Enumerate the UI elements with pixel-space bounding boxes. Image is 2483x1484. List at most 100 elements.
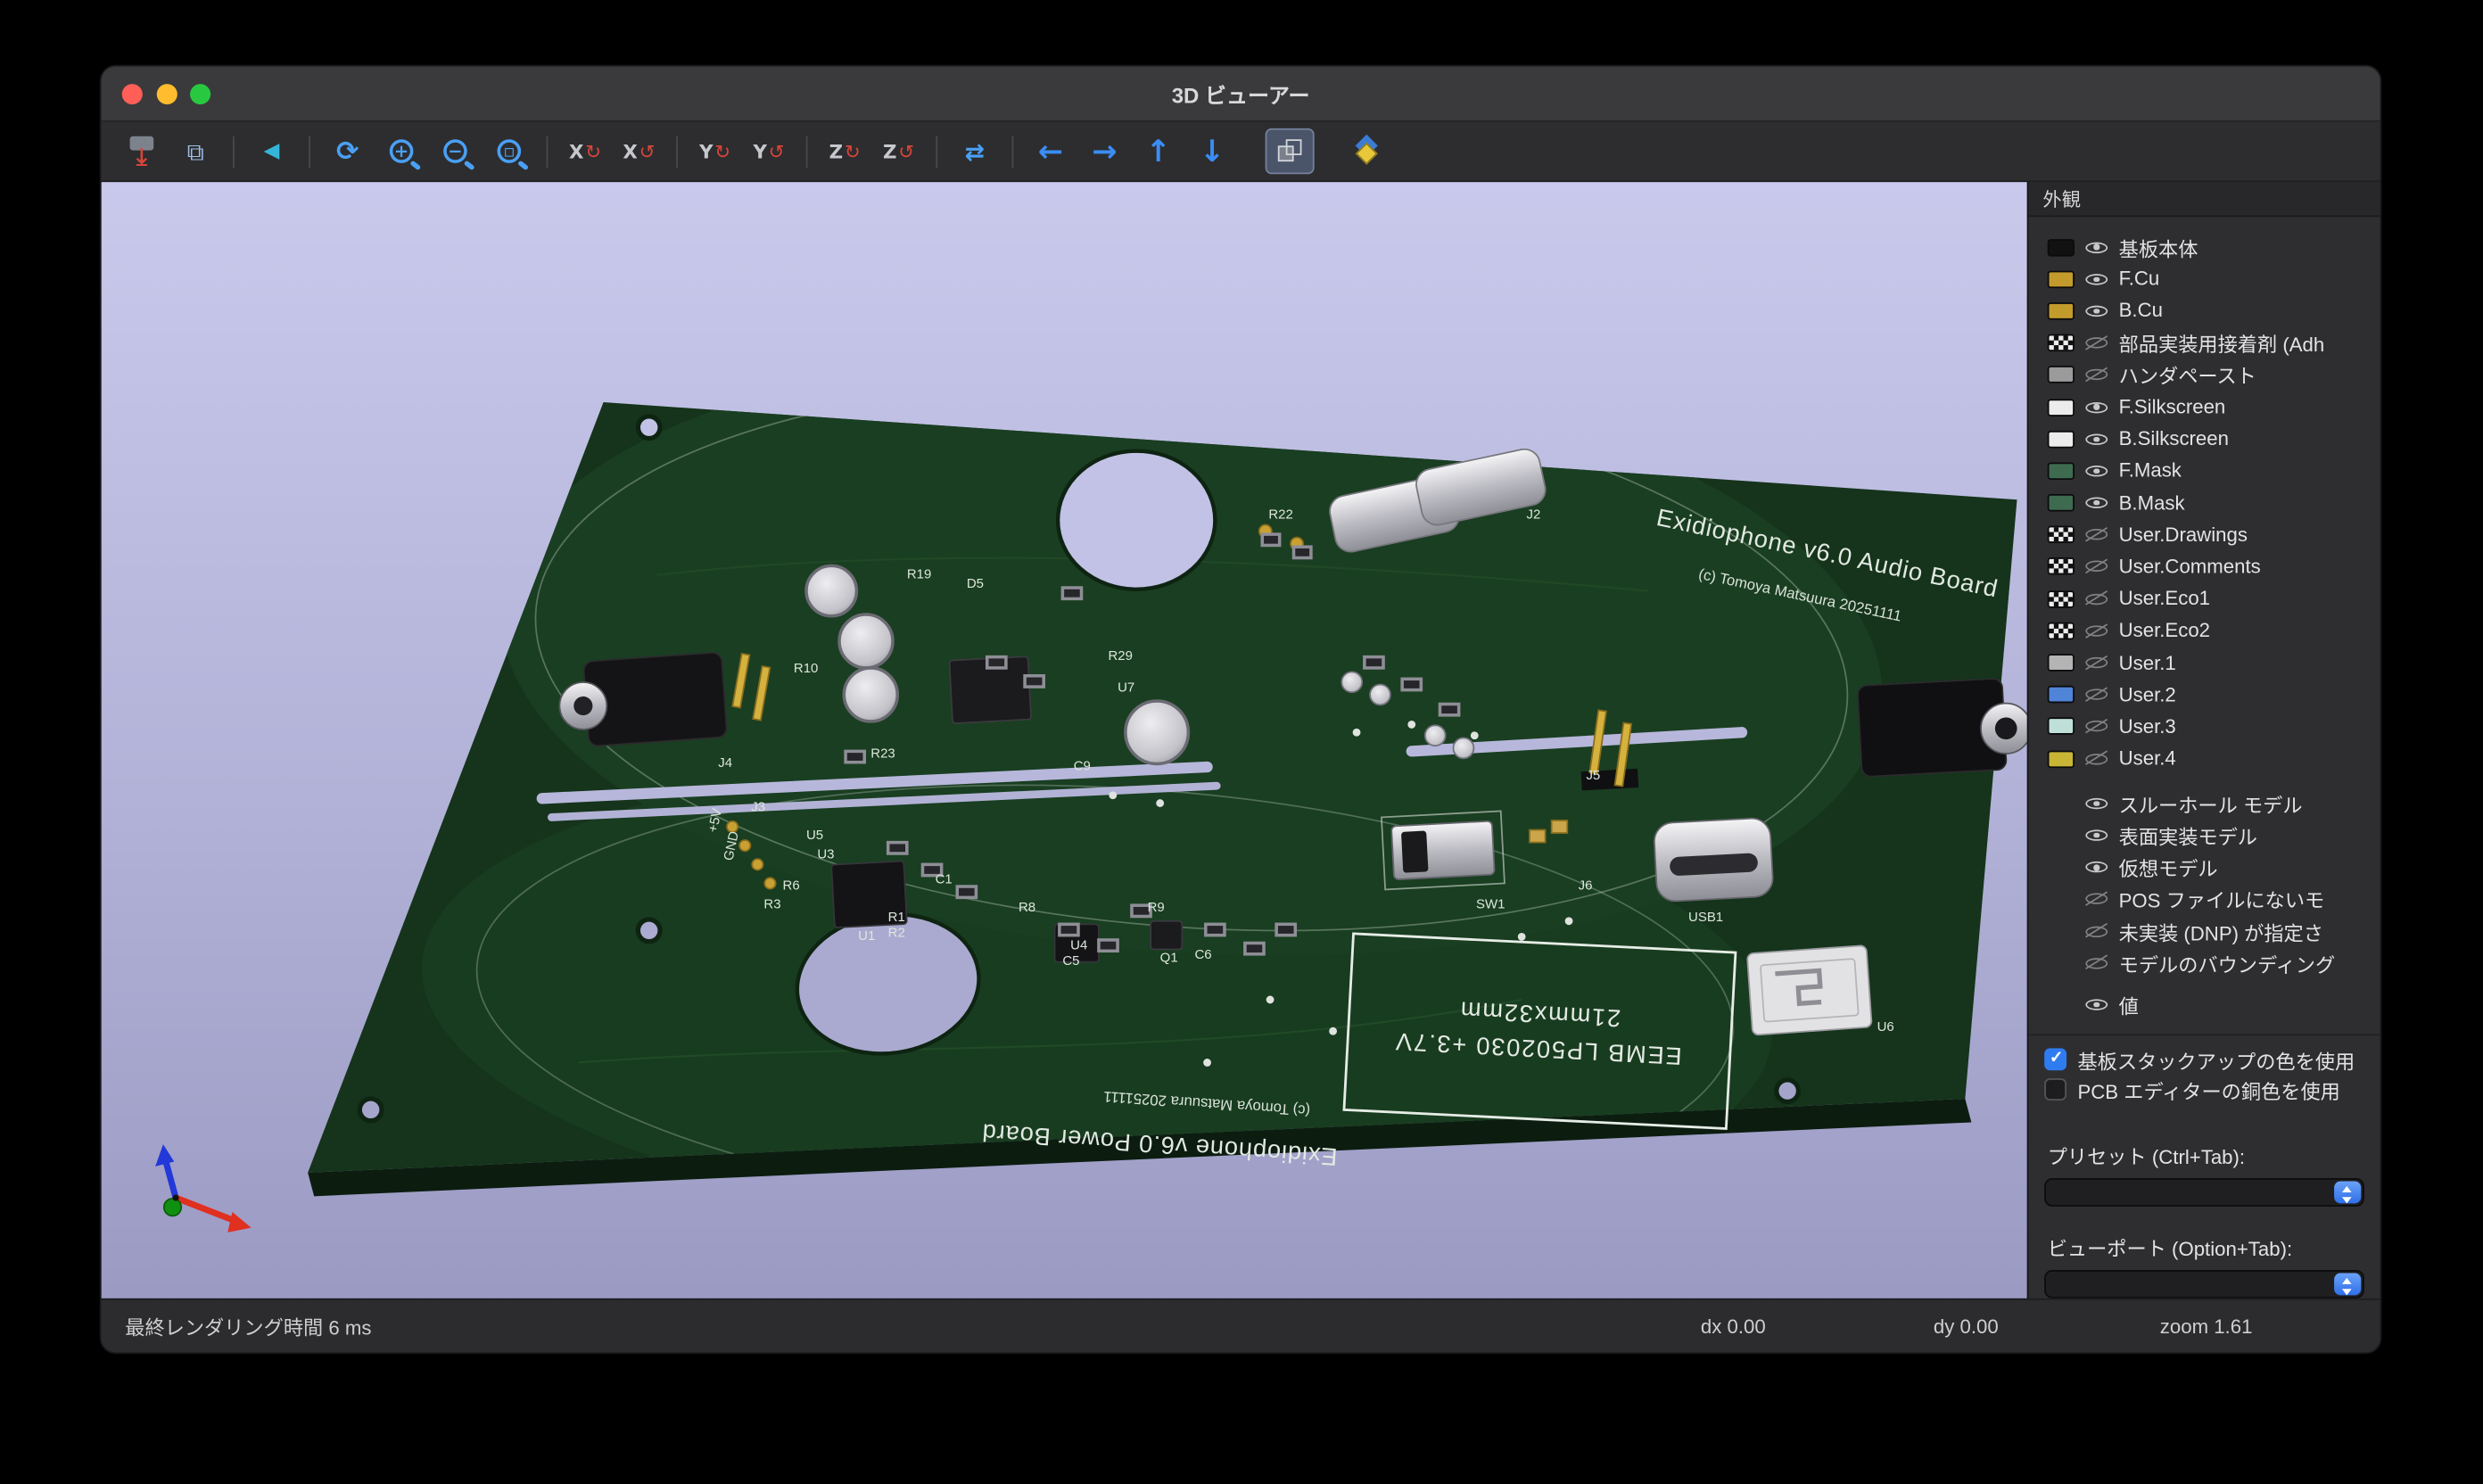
layer-color-swatch[interactable] [2048,430,2075,448]
layer-color-swatch[interactable] [2048,558,2075,576]
layer-row-fmask[interactable]: F.Mask [2048,455,2380,487]
zoom-fit-button[interactable]: ▫ [484,128,533,174]
rotate-z-cw-button[interactable]: Z↻ [821,128,870,174]
model-row-smd[interactable]: 表面実装モデル [2048,820,2380,852]
visibility-eye-icon[interactable] [2084,396,2109,418]
appearance-layers-button[interactable] [1343,128,1392,174]
export-image-button[interactable]: ⤓ [117,128,166,174]
visibility-eye-off-icon[interactable] [2084,652,2109,674]
stepper-icon[interactable] [2334,1274,2361,1296]
3d-viewport[interactable]: EEMB LP502030 +3.7V 21mmx32mm Exidiophon… [102,182,2027,1298]
rotate-y-cw-button[interactable]: Y↻ [690,128,739,174]
model-row-bounding[interactable]: モデルのバウンディング [2048,947,2380,979]
flip-board-button[interactable]: ⇄ [950,128,999,174]
layer-color-swatch[interactable] [2048,334,2075,352]
model-row-dnp[interactable]: 未実装 (DNP) が指定さ [2048,915,2380,947]
layer-color-swatch[interactable] [2048,526,2075,544]
visibility-eye-off-icon[interactable] [2084,715,2109,738]
layer-row-user-eco2[interactable]: User.Eco2 [2048,614,2380,647]
layer-color-swatch[interactable] [2048,494,2075,512]
layer-color-swatch[interactable] [2048,654,2075,672]
model-row-not-in-pos[interactable]: POS ファイルにないモ [2048,883,2380,915]
layer-row-bmask[interactable]: B.Mask [2048,487,2380,519]
audio-jack-right [1858,677,2027,777]
rotate-x-ccw-button[interactable]: X↺ [615,128,664,174]
visibility-eye-icon[interactable] [2084,792,2109,814]
layer-color-swatch[interactable] [2048,718,2075,736]
layer-row-fcu[interactable]: F.Cu [2048,263,2380,295]
layer-row-user4[interactable]: User.4 [2048,743,2380,775]
layer-row-user-drawings[interactable]: User.Drawings [2048,519,2380,551]
layer-row-solder-paste[interactable]: ハンダペースト [2048,359,2380,392]
visibility-eye-off-icon[interactable] [2084,588,2109,610]
layer-row-adhesive[interactable]: 部品実装用接着剤 (Adh [2048,327,2380,359]
layer-color-swatch[interactable] [2048,750,2075,768]
visibility-eye-icon[interactable] [2084,460,2109,482]
layer-color-swatch[interactable] [2048,367,2075,384]
layer-color-swatch[interactable] [2048,590,2075,608]
layer-row-user2[interactable]: User.2 [2048,679,2380,711]
stepper-icon[interactable] [2334,1182,2361,1204]
layer-color-swatch[interactable] [2048,238,2075,256]
layer-row-board-body[interactable]: 基板本体 [2048,231,2380,263]
pan-left-button[interactable]: ← [1027,128,1076,174]
pcb-3d-scene[interactable]: EEMB LP502030 +3.7V 21mmx32mm Exidiophon… [102,182,2027,1298]
zoom-out-button[interactable]: − [431,128,480,174]
visibility-eye-off-icon[interactable] [2084,684,2109,706]
layer-color-swatch[interactable] [2048,686,2075,704]
preset-dropdown[interactable] [2044,1178,2364,1207]
layer-row-user3[interactable]: User.3 [2048,711,2380,743]
checkbox-checked[interactable] [2044,1048,2066,1070]
layer-row-fsilk[interactable]: F.Silkscreen [2048,391,2380,423]
pan-up-button[interactable]: ↑ [1134,128,1183,174]
visibility-eye-icon[interactable] [2084,268,2109,291]
layer-row-user-eco1[interactable]: User.Eco1 [2048,582,2380,614]
visibility-eye-off-icon[interactable] [2084,747,2109,770]
layer-row-bcu[interactable]: B.Cu [2048,295,2380,327]
title-bar[interactable]: 3D ビューアー [102,67,2380,122]
visibility-eye-off-icon[interactable] [2084,952,2109,974]
visibility-eye-off-icon[interactable] [2084,920,2109,943]
rotate-z-ccw-button[interactable]: Z↺ [874,128,923,174]
visibility-eye-off-icon[interactable] [2084,888,2109,911]
visibility-eye-icon[interactable] [2084,300,2109,322]
orthographic-projection-toggle[interactable] [1266,128,1315,174]
visibility-eye-off-icon[interactable] [2084,332,2109,354]
checkbox-row-editor-copper[interactable]: PCB エディターの銅色を使用 [2028,1075,2380,1105]
close-window-button[interactable] [122,83,143,103]
visibility-eye-icon[interactable] [2084,428,2109,450]
visibility-eye-icon[interactable] [2084,491,2109,514]
maximize-window-button[interactable] [190,83,210,103]
copy-image-button[interactable]: ⧉ [171,128,220,174]
visibility-eye-icon[interactable] [2084,236,2109,259]
model-row-virtual[interactable]: 仮想モデル [2048,851,2380,883]
checkbox-unchecked[interactable] [2044,1079,2066,1101]
visibility-eye-off-icon[interactable] [2084,524,2109,546]
layer-color-swatch[interactable] [2048,622,2075,639]
visibility-eye-off-icon[interactable] [2084,556,2109,578]
visibility-eye-icon[interactable] [2084,824,2109,846]
value-row[interactable]: 値 [2048,988,2380,1020]
zoom-in-button[interactable]: + [377,128,426,174]
viewport-dropdown[interactable] [2044,1270,2364,1298]
layer-color-swatch[interactable] [2048,270,2075,288]
layer-color-swatch[interactable] [2048,399,2075,416]
layer-color-swatch[interactable] [2048,462,2075,480]
raytracing-toggle[interactable]: ◀ [247,128,296,174]
visibility-eye-icon[interactable] [2084,993,2109,1016]
layer-row-user-comments[interactable]: User.Comments [2048,551,2380,583]
pan-right-button[interactable]: → [1080,128,1129,174]
model-row-through-hole[interactable]: スルーホール モデル [2048,787,2380,820]
visibility-eye-off-icon[interactable] [2084,620,2109,642]
visibility-eye-off-icon[interactable] [2084,364,2109,386]
layer-row-user1[interactable]: User.1 [2048,647,2380,679]
minimize-window-button[interactable] [156,83,177,103]
rotate-y-ccw-button[interactable]: Y↺ [744,128,793,174]
layer-color-swatch[interactable] [2048,302,2075,320]
visibility-eye-icon[interactable] [2084,856,2109,878]
layer-row-bsilk[interactable]: B.Silkscreen [2048,423,2380,455]
checkbox-row-stackup-colors[interactable]: 基板スタックアップの色を使用 [2028,1044,2380,1075]
rotate-x-cw-button[interactable]: X↻ [561,128,610,174]
reload-board-button[interactable]: ⟳ [323,128,372,174]
pan-down-button[interactable]: ↓ [1188,128,1237,174]
